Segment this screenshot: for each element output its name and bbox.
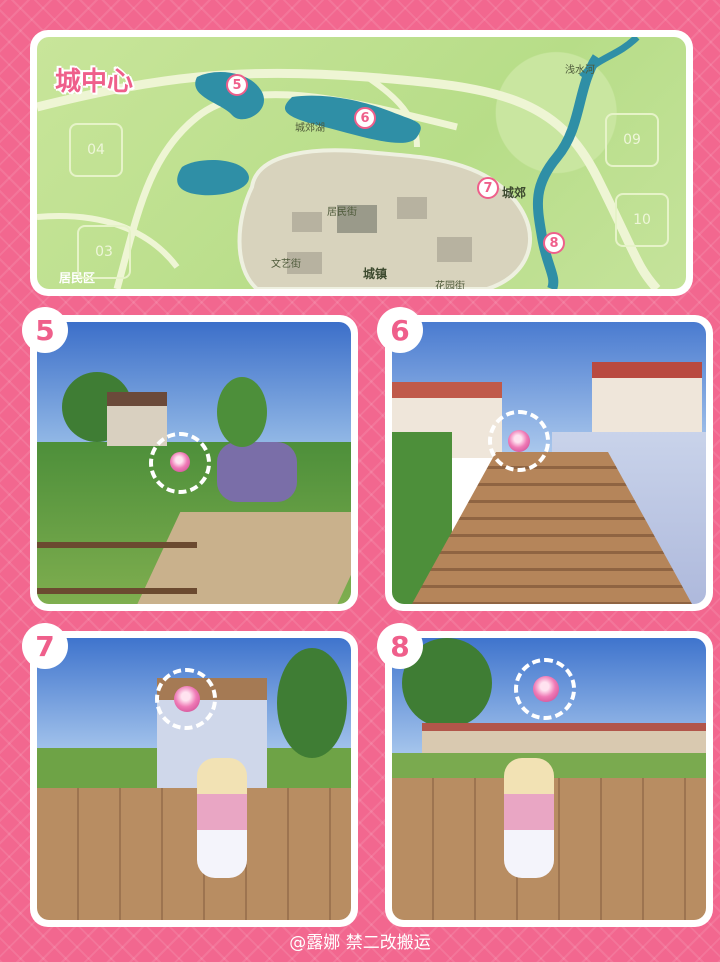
map-label-town: 城镇 — [363, 267, 388, 281]
fence — [37, 542, 197, 594]
location-panel-7: 7 — [22, 623, 358, 927]
map-label-lake: 城郊湖 — [295, 123, 325, 134]
panel-number-5: 5 — [22, 307, 68, 353]
zone-10: 10 — [615, 193, 669, 247]
map-panel: 城中心 城郊湖 浅水河 城郊 居民街 文艺街 城镇 花园街 居民区 04 03 … — [30, 30, 693, 296]
map-label-culture-street: 文艺街 — [271, 259, 301, 270]
panel-number-8: 8 — [377, 623, 423, 669]
collectible-orb[interactable] — [170, 452, 190, 472]
map-pin-5[interactable]: 5 — [226, 74, 248, 96]
scene-8 — [392, 638, 706, 920]
scene-7 — [37, 638, 351, 920]
panel-number-7: 7 — [22, 623, 68, 669]
rock — [217, 442, 297, 502]
map-label-residents-street: 居民街 — [327, 207, 357, 218]
scene-5 — [37, 322, 351, 604]
map-title: 城中心 — [55, 67, 134, 97]
scene-6 — [392, 322, 706, 604]
player-character — [504, 758, 554, 878]
location-panel-8: 8 — [377, 623, 713, 927]
map-label-river: 浅水河 — [565, 65, 595, 76]
watermark-caption: @露娜 禁二改搬运 — [289, 933, 431, 953]
collectible-orb[interactable] — [508, 430, 530, 452]
tree — [277, 648, 347, 758]
collectible-orb[interactable] — [174, 686, 200, 712]
tree — [217, 377, 267, 447]
location-panel-6: 6 — [377, 307, 713, 611]
wooden-bridge — [37, 788, 351, 920]
zone-04: 04 — [69, 123, 123, 177]
map-label-suburb: 城郊 — [502, 186, 527, 200]
collectible-orb[interactable] — [533, 676, 559, 702]
map-pin-8[interactable]: 8 — [543, 232, 565, 254]
map-pin-6[interactable]: 6 — [354, 107, 376, 129]
location-panel-5: 5 — [22, 307, 358, 611]
map-pin-7[interactable]: 7 — [477, 177, 499, 199]
player-character — [197, 758, 247, 878]
zone-09: 09 — [605, 113, 659, 167]
city-center-map[interactable]: 城中心 城郊湖 浅水河 城郊 居民街 文艺街 城镇 花园街 居民区 04 03 … — [37, 37, 686, 289]
zone-03: 03 — [77, 225, 131, 279]
panel-number-6: 6 — [377, 307, 423, 353]
map-label-flower-street: 花园街 — [435, 281, 465, 289]
house — [107, 392, 167, 446]
